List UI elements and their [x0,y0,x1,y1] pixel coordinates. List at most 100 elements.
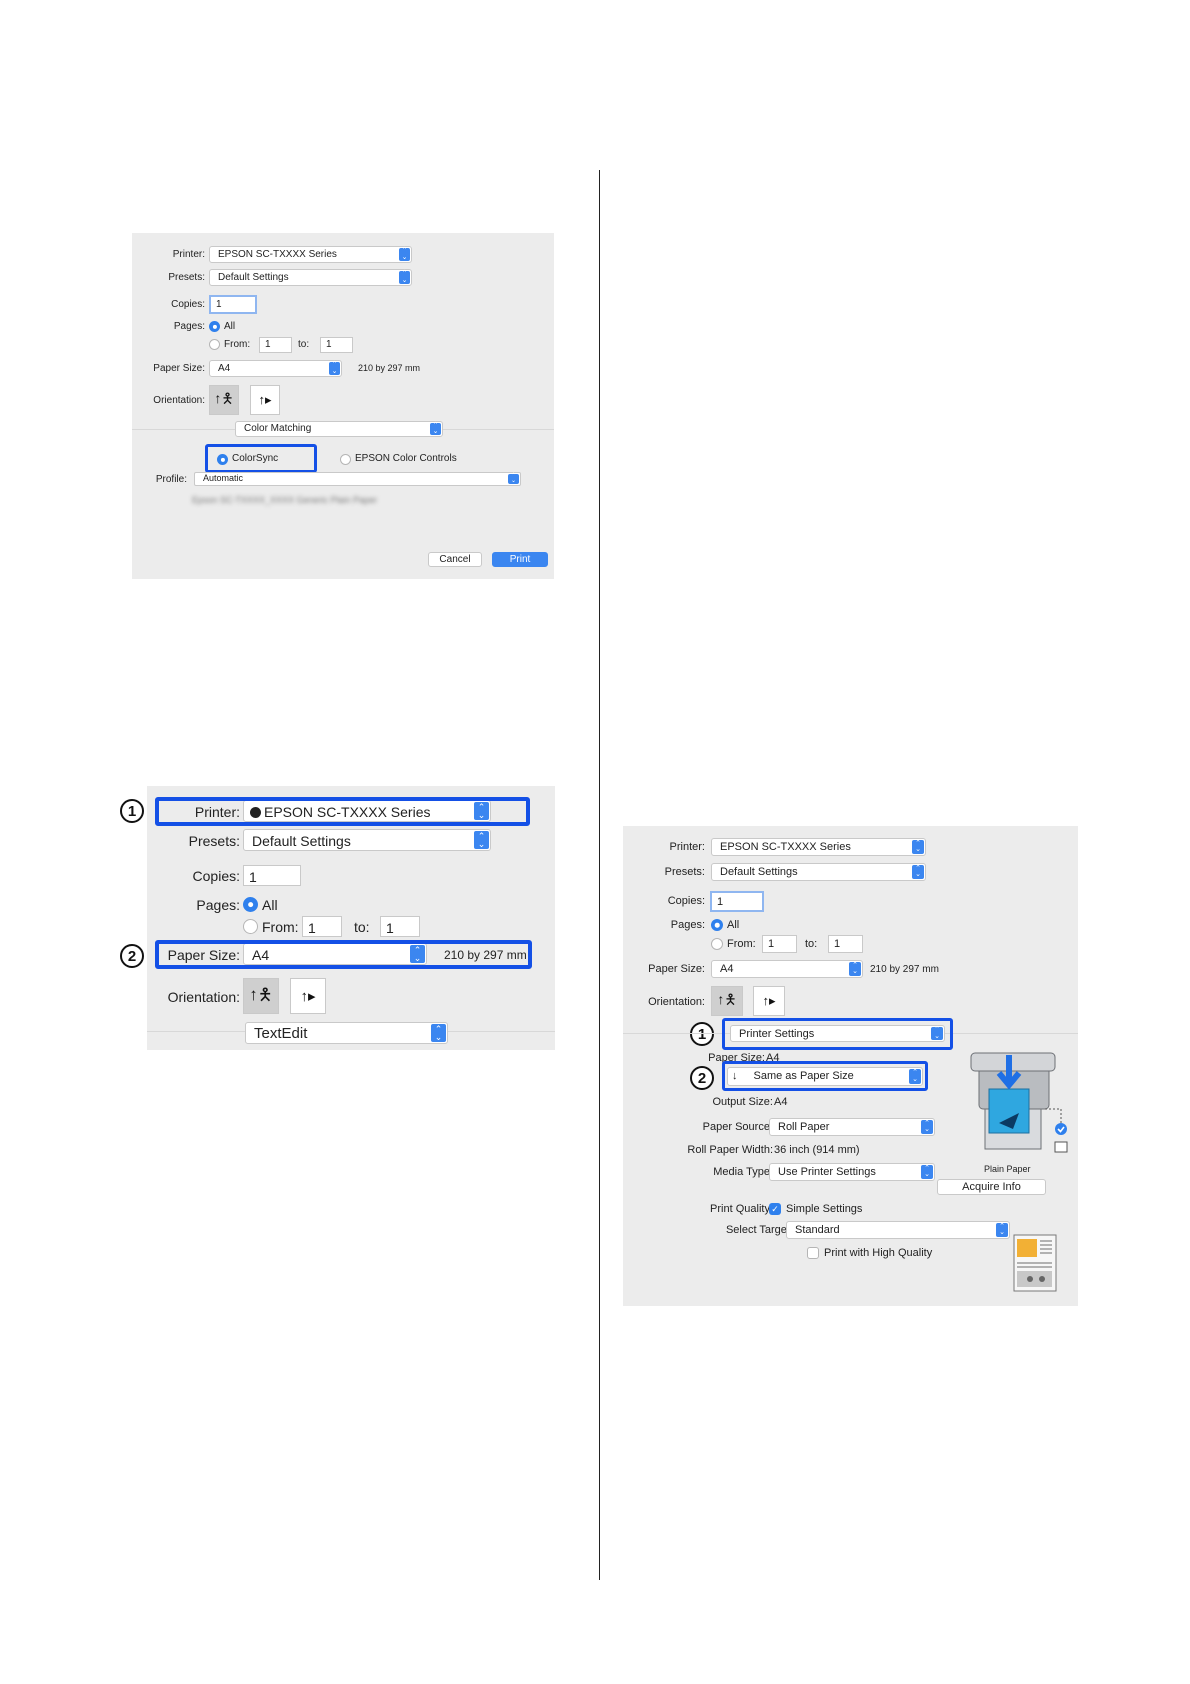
landscape-person-icon: ↑▸ [258,392,272,407]
orientation-label: Orientation: [648,996,705,1008]
landscape-orientation-button[interactable]: ↑▸ [250,385,280,415]
copies-value: 1 [216,299,222,310]
printer-highlight [155,797,530,826]
paper-source-select[interactable]: Roll Paper ⌃ ⌄ [769,1118,935,1136]
print-button[interactable]: Print [492,552,548,567]
chevron-updown-icon: ⌃ ⌄ [996,1223,1008,1237]
profile-detail-text: Epson SC-TXXXX_XXXX Generic Plain Paper [192,495,378,505]
column-divider [599,170,600,1580]
paper-source-value: Roll Paper [778,1121,830,1133]
acquire-info-button[interactable]: Acquire Info [937,1179,1046,1195]
pages-all-radio[interactable] [209,321,220,332]
media-type-label: Media Type: [713,1166,773,1178]
section-select-value: Color Matching [244,423,312,434]
acquire-info-label: Acquire Info [962,1181,1021,1193]
roll-paper-width-label: Roll Paper Width: [687,1144,773,1156]
presets-select[interactable]: Default Settings ⌃ ⌄ [209,269,412,286]
copies-field[interactable]: 1 [710,891,764,912]
pages-to-field[interactable]: 1 [828,935,863,953]
presets-label: Presets: [168,272,205,283]
presets-select[interactable]: Default Settings ⌃ ⌄ [243,829,491,851]
copies-label: Copies: [667,895,705,907]
printer-label: Printer: [669,841,705,853]
chevron-updown-icon: ⌃ ⌄ [430,422,441,435]
paper-source-label: Paper Source: [702,1121,773,1133]
pages-label: Pages: [173,321,205,332]
printer-select[interactable]: EPSON SC-TXXXX Series ⌃ ⌄ [711,838,926,856]
copies-value: 1 [249,869,257,885]
pages-from-radio[interactable] [711,938,723,950]
portrait-orientation-button[interactable]: ↑🯅 [209,385,239,415]
print-dialog-textedit-content: Printer: EPSON SC-TXXXX Series ⌃ ⌄ Preset… [147,786,555,1050]
printer-illustration [970,1052,1068,1153]
simple-settings-label: Simple Settings [786,1203,863,1215]
pages-from-field[interactable]: 1 [259,337,292,353]
portrait-orientation-button[interactable]: ↑🯅 [711,986,743,1016]
epson-color-controls-label: EPSON Color Controls [355,453,457,464]
document-dot-2 [1039,1276,1045,1282]
pages-from-field[interactable]: 1 [302,916,342,937]
printer-select-value: EPSON SC-TXXXX Series [218,249,337,260]
chevron-updown-icon: ⌃ ⌄ [474,831,489,849]
plain-paper-caption: Plain Paper [984,1164,1031,1174]
document-preview-icon [1013,1234,1057,1292]
select-target-select[interactable]: Standard ⌃ ⌄ [786,1221,1010,1239]
callout-1: 1 [120,799,144,823]
presets-select-value: Default Settings [720,866,798,878]
media-type-select[interactable]: Use Printer Settings ⌃ ⌄ [769,1163,935,1181]
presets-select[interactable]: Default Settings ⌃ ⌄ [711,863,926,881]
pages-from-label: From: [224,339,251,350]
paper-size-label: Paper Size: [153,363,205,374]
print-dialog-color-matching: Printer: EPSON SC-TXXXX Series ⌃ ⌄ Preset… [132,233,554,579]
pages-from-radio[interactable] [209,339,220,350]
paper-size-select[interactable]: A4 ⌃ ⌄ [711,960,863,978]
chevron-updown-icon: ⌃ ⌄ [921,1165,933,1179]
landscape-person-icon: ↑▸ [762,993,776,1008]
print-quality-label: Print Quality: [710,1203,773,1215]
paper-size-label: Paper Size: [648,963,705,975]
section-select[interactable]: TextEdit ⌃ ⌄ [245,1022,448,1044]
portrait-orientation-button[interactable]: ↑🯅 [243,978,279,1014]
print-dialog-printer-settings-content: Printer: EPSON SC-TXXXX Series ⌃ ⌄ Preset… [623,826,1078,1306]
cancel-button[interactable]: Cancel [428,552,482,567]
presets-label: Presets: [664,866,705,878]
simple-settings-checkbox[interactable]: ✓ [769,1203,781,1215]
copies-field[interactable]: 1 [209,295,257,314]
pages-to-field[interactable]: 1 [380,916,420,937]
paper-dimensions: 210 by 297 mm [358,363,421,373]
pages-all-radio[interactable] [243,897,258,912]
chevron-updown-icon: ⌃ ⌄ [912,865,924,879]
section-select-value: TextEdit [254,1025,308,1042]
pages-to-field[interactable]: 1 [320,337,353,353]
portrait-person-icon: ↑🯅 [214,390,234,406]
high-quality-label: Print with High Quality [824,1247,933,1259]
pages-to-label: to: [354,919,370,935]
orientation-label: Orientation: [167,989,240,1005]
pages-all-radio[interactable] [711,919,723,931]
printer-select[interactable]: EPSON SC-TXXXX Series ⌃ ⌄ [209,246,412,263]
pages-from-field[interactable]: 1 [762,935,797,953]
presets-select-value: Default Settings [252,833,351,849]
profile-select-value: Automatic [203,473,244,483]
pages-to-value: 1 [386,920,394,936]
document-dot-1 [1027,1276,1033,1282]
roll-paper-width-value: 36 inch (914 mm) [774,1144,860,1156]
portrait-person-icon: ↑🯅 [249,984,273,1004]
pages-to-value: 1 [326,339,332,350]
copies-field[interactable]: 1 [243,865,301,886]
high-quality-checkbox[interactable] [807,1247,819,1259]
landscape-orientation-button[interactable]: ↑▸ [753,986,785,1016]
chevron-updown-icon: ⌃ ⌄ [912,840,924,854]
section-select[interactable]: Color Matching ⌃ ⌄ [235,421,443,437]
pages-label: Pages: [196,897,240,913]
epson-color-controls-radio[interactable] [340,454,351,465]
document-image-top [1017,1239,1037,1257]
paper-size-select[interactable]: A4 ⌃ ⌄ [209,360,342,377]
profile-select[interactable]: Automatic ⌃ ⌄ [194,472,521,486]
pages-from-radio[interactable] [243,919,258,934]
pages-from-value: 1 [768,938,775,950]
pages-from-label: From: [262,919,299,935]
print-button-label: Print [509,554,531,565]
select-target-value: Standard [795,1224,840,1236]
landscape-orientation-button[interactable]: ↑▸ [290,978,326,1014]
